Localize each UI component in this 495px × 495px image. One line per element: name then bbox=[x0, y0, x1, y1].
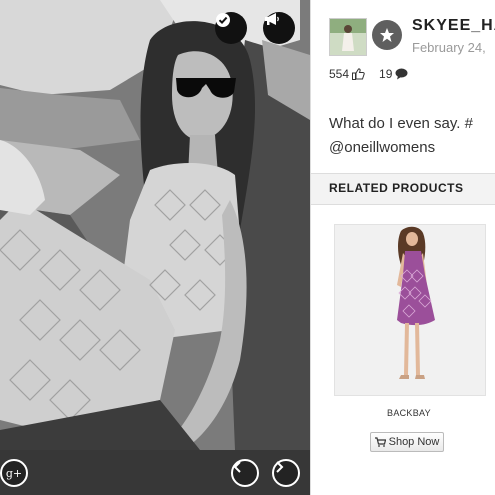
check-circle-icon bbox=[216, 13, 230, 27]
cart-icon bbox=[374, 437, 386, 447]
post-username[interactable]: SKYEE_HA bbox=[412, 17, 495, 35]
related-products-header: RELATED PRODUCTS bbox=[311, 173, 495, 205]
share-announce-button[interactable] bbox=[263, 12, 295, 44]
photo-image bbox=[0, 0, 310, 495]
like-count: 554 bbox=[329, 67, 350, 81]
product-name[interactable]: BACKBAY bbox=[334, 408, 484, 418]
next-photo-button[interactable] bbox=[272, 459, 300, 487]
speech-bubble-icon[interactable] bbox=[395, 68, 408, 80]
post-details-panel: SKYEE_HA February 24, 554 19 What do I e… bbox=[311, 0, 495, 495]
caption-line-1: What do I even say. # bbox=[329, 115, 473, 132]
shop-now-label: Shop Now bbox=[388, 436, 440, 448]
photo-controls-bar bbox=[0, 450, 310, 495]
related-products-title: RELATED PRODUCTS bbox=[329, 181, 464, 195]
post-photo[interactable]: g+ bbox=[0, 0, 310, 495]
verified-badge bbox=[372, 20, 402, 50]
product-photo bbox=[335, 225, 485, 395]
avatar[interactable] bbox=[329, 18, 367, 56]
post-caption: What do I even say. # @oneillwomens bbox=[329, 112, 473, 160]
caption-mention[interactable]: @oneillwomens bbox=[329, 136, 473, 160]
previous-photo-button[interactable] bbox=[231, 459, 259, 487]
star-icon bbox=[380, 28, 394, 42]
comment-count: 19 bbox=[379, 67, 393, 81]
post-date: February 24, bbox=[412, 40, 486, 55]
chevron-right-icon bbox=[276, 461, 284, 473]
thumbs-up-icon[interactable] bbox=[352, 68, 365, 80]
like-photo-button[interactable] bbox=[215, 12, 247, 44]
google-plus-icon: g+ bbox=[5, 466, 23, 480]
avatar-image bbox=[330, 19, 366, 55]
post-stats: 554 19 bbox=[329, 67, 408, 81]
product-image[interactable] bbox=[334, 224, 486, 396]
google-plus-button[interactable]: g+ bbox=[0, 459, 28, 487]
shop-now-button[interactable]: Shop Now bbox=[370, 432, 444, 452]
chevron-left-icon bbox=[233, 461, 241, 473]
megaphone-icon bbox=[265, 13, 279, 25]
